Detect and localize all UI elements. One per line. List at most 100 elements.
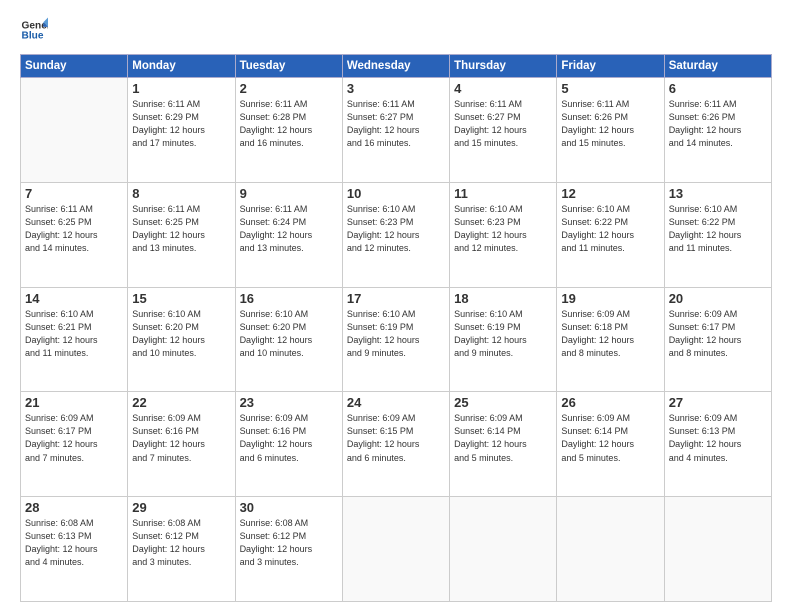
day-cell: 19 Sunrise: 6:09 AM Sunset: 6:18 PM Dayli… bbox=[557, 287, 664, 392]
day-number: 15 bbox=[132, 291, 230, 306]
day-cell: 21Sunrise: 6:09 AM Sunset: 6:17 PM Dayli… bbox=[21, 392, 128, 497]
day-number: 28 bbox=[25, 500, 123, 515]
logo: General Blue bbox=[20, 16, 48, 44]
day-cell: 1 Sunrise: 6:11 AM Sunset: 6:29 PM Daylig… bbox=[128, 78, 235, 183]
weekday-header-friday: Friday bbox=[557, 55, 664, 78]
day-info: Sunrise: 6:10 AM Sunset: 6:20 PM Dayligh… bbox=[132, 308, 230, 360]
day-info: Sunrise: 6:11 AM Sunset: 6:29 PM Dayligh… bbox=[132, 98, 230, 150]
day-cell: 11 Sunrise: 6:10 AM Sunset: 6:23 PM Dayli… bbox=[450, 182, 557, 287]
day-cell: 2 Sunrise: 6:11 AM Sunset: 6:28 PM Daylig… bbox=[235, 78, 342, 183]
day-info: Sunrise: 6:08 AM Sunset: 6:12 PM Dayligh… bbox=[132, 517, 230, 569]
day-cell: 29 Sunrise: 6:08 AM Sunset: 6:12 PM Dayli… bbox=[128, 497, 235, 602]
day-info: Sunrise: 6:11 AM Sunset: 6:28 PM Dayligh… bbox=[240, 98, 338, 150]
day-info: Sunrise: 6:11 AM Sunset: 6:27 PM Dayligh… bbox=[454, 98, 552, 150]
day-cell: 17 Sunrise: 6:10 AM Sunset: 6:19 PM Dayli… bbox=[342, 287, 449, 392]
day-cell: 6Sunrise: 6:11 AM Sunset: 6:26 PM Daylig… bbox=[664, 78, 771, 183]
week-row-1: 7 Sunrise: 6:11 AM Sunset: 6:25 PM Daylig… bbox=[21, 182, 772, 287]
day-info: Sunrise: 6:08 AM Sunset: 6:13 PM Dayligh… bbox=[25, 517, 123, 569]
day-cell bbox=[664, 497, 771, 602]
day-number: 16 bbox=[240, 291, 338, 306]
day-number: 10 bbox=[347, 186, 445, 201]
day-cell: 22 Sunrise: 6:09 AM Sunset: 6:16 PM Dayli… bbox=[128, 392, 235, 497]
weekday-header-tuesday: Tuesday bbox=[235, 55, 342, 78]
week-row-2: 14 Sunrise: 6:10 AM Sunset: 6:21 PM Dayli… bbox=[21, 287, 772, 392]
day-cell: 8 Sunrise: 6:11 AM Sunset: 6:25 PM Daylig… bbox=[128, 182, 235, 287]
day-info: Sunrise: 6:09 AM Sunset: 6:15 PM Dayligh… bbox=[347, 412, 445, 464]
day-number: 30 bbox=[240, 500, 338, 515]
header: General Blue bbox=[20, 16, 772, 44]
day-info: Sunrise: 6:08 AM Sunset: 6:12 PM Dayligh… bbox=[240, 517, 338, 569]
day-number: 21 bbox=[25, 395, 123, 410]
day-cell bbox=[342, 497, 449, 602]
day-cell: 9 Sunrise: 6:11 AM Sunset: 6:24 PM Daylig… bbox=[235, 182, 342, 287]
day-info: Sunrise: 6:09 AM Sunset: 6:16 PM Dayligh… bbox=[132, 412, 230, 464]
day-info: Sunrise: 6:11 AM Sunset: 6:25 PM Dayligh… bbox=[25, 203, 123, 255]
day-cell: 14 Sunrise: 6:10 AM Sunset: 6:21 PM Dayli… bbox=[21, 287, 128, 392]
weekday-header-sunday: Sunday bbox=[21, 55, 128, 78]
day-info: Sunrise: 6:09 AM Sunset: 6:16 PM Dayligh… bbox=[240, 412, 338, 464]
day-number: 11 bbox=[454, 186, 552, 201]
day-cell: 12 Sunrise: 6:10 AM Sunset: 6:22 PM Dayli… bbox=[557, 182, 664, 287]
day-cell bbox=[21, 78, 128, 183]
day-cell: 10 Sunrise: 6:10 AM Sunset: 6:23 PM Dayli… bbox=[342, 182, 449, 287]
day-cell: 27Sunrise: 6:09 AM Sunset: 6:13 PM Dayli… bbox=[664, 392, 771, 497]
day-cell: 4 Sunrise: 6:11 AM Sunset: 6:27 PM Daylig… bbox=[450, 78, 557, 183]
day-number: 26 bbox=[561, 395, 659, 410]
logo-icon: General Blue bbox=[20, 16, 48, 44]
day-info: Sunrise: 6:09 AM Sunset: 6:18 PM Dayligh… bbox=[561, 308, 659, 360]
day-cell: 30 Sunrise: 6:08 AM Sunset: 6:12 PM Dayli… bbox=[235, 497, 342, 602]
day-number: 19 bbox=[561, 291, 659, 306]
day-info: Sunrise: 6:10 AM Sunset: 6:22 PM Dayligh… bbox=[561, 203, 659, 255]
day-info: Sunrise: 6:09 AM Sunset: 6:14 PM Dayligh… bbox=[561, 412, 659, 464]
day-number: 22 bbox=[132, 395, 230, 410]
day-number: 4 bbox=[454, 81, 552, 96]
day-number: 7 bbox=[25, 186, 123, 201]
day-number: 13 bbox=[669, 186, 767, 201]
calendar-header: SundayMondayTuesdayWednesdayThursdayFrid… bbox=[21, 55, 772, 78]
day-number: 29 bbox=[132, 500, 230, 515]
day-cell: 25 Sunrise: 6:09 AM Sunset: 6:14 PM Dayli… bbox=[450, 392, 557, 497]
day-info: Sunrise: 6:10 AM Sunset: 6:21 PM Dayligh… bbox=[25, 308, 123, 360]
day-number: 3 bbox=[347, 81, 445, 96]
day-info: Sunrise: 6:09 AM Sunset: 6:14 PM Dayligh… bbox=[454, 412, 552, 464]
day-cell: 13 Sunrise: 6:10 AM Sunset: 6:22 PM Dayli… bbox=[664, 182, 771, 287]
weekday-header-wednesday: Wednesday bbox=[342, 55, 449, 78]
day-cell: 18Sunrise: 6:10 AM Sunset: 6:19 PM Dayli… bbox=[450, 287, 557, 392]
day-info: Sunrise: 6:10 AM Sunset: 6:23 PM Dayligh… bbox=[454, 203, 552, 255]
calendar-body: 1 Sunrise: 6:11 AM Sunset: 6:29 PM Daylig… bbox=[21, 78, 772, 602]
day-number: 25 bbox=[454, 395, 552, 410]
day-cell: 24 Sunrise: 6:09 AM Sunset: 6:15 PM Dayli… bbox=[342, 392, 449, 497]
day-number: 1 bbox=[132, 81, 230, 96]
day-number: 14 bbox=[25, 291, 123, 306]
weekday-header-monday: Monday bbox=[128, 55, 235, 78]
day-cell: 23Sunrise: 6:09 AM Sunset: 6:16 PM Dayli… bbox=[235, 392, 342, 497]
day-info: Sunrise: 6:10 AM Sunset: 6:23 PM Dayligh… bbox=[347, 203, 445, 255]
day-cell bbox=[557, 497, 664, 602]
day-number: 9 bbox=[240, 186, 338, 201]
day-info: Sunrise: 6:10 AM Sunset: 6:19 PM Dayligh… bbox=[347, 308, 445, 360]
day-number: 8 bbox=[132, 186, 230, 201]
day-number: 12 bbox=[561, 186, 659, 201]
day-info: Sunrise: 6:09 AM Sunset: 6:17 PM Dayligh… bbox=[669, 308, 767, 360]
day-cell bbox=[450, 497, 557, 602]
calendar-page: General Blue SundayMondayTuesdayWednesda… bbox=[0, 0, 792, 612]
day-info: Sunrise: 6:11 AM Sunset: 6:24 PM Dayligh… bbox=[240, 203, 338, 255]
day-cell: 5 Sunrise: 6:11 AM Sunset: 6:26 PM Daylig… bbox=[557, 78, 664, 183]
weekday-header-thursday: Thursday bbox=[450, 55, 557, 78]
day-number: 24 bbox=[347, 395, 445, 410]
day-cell: 16Sunrise: 6:10 AM Sunset: 6:20 PM Dayli… bbox=[235, 287, 342, 392]
day-number: 20 bbox=[669, 291, 767, 306]
day-info: Sunrise: 6:11 AM Sunset: 6:27 PM Dayligh… bbox=[347, 98, 445, 150]
day-info: Sunrise: 6:11 AM Sunset: 6:26 PM Dayligh… bbox=[561, 98, 659, 150]
day-number: 2 bbox=[240, 81, 338, 96]
day-cell: 28 Sunrise: 6:08 AM Sunset: 6:13 PM Dayli… bbox=[21, 497, 128, 602]
day-info: Sunrise: 6:11 AM Sunset: 6:25 PM Dayligh… bbox=[132, 203, 230, 255]
day-info: Sunrise: 6:10 AM Sunset: 6:22 PM Dayligh… bbox=[669, 203, 767, 255]
day-cell: 20 Sunrise: 6:09 AM Sunset: 6:17 PM Dayli… bbox=[664, 287, 771, 392]
week-row-0: 1 Sunrise: 6:11 AM Sunset: 6:29 PM Daylig… bbox=[21, 78, 772, 183]
day-number: 18 bbox=[454, 291, 552, 306]
day-cell: 3 Sunrise: 6:11 AM Sunset: 6:27 PM Daylig… bbox=[342, 78, 449, 183]
day-number: 27 bbox=[669, 395, 767, 410]
day-number: 17 bbox=[347, 291, 445, 306]
day-number: 5 bbox=[561, 81, 659, 96]
